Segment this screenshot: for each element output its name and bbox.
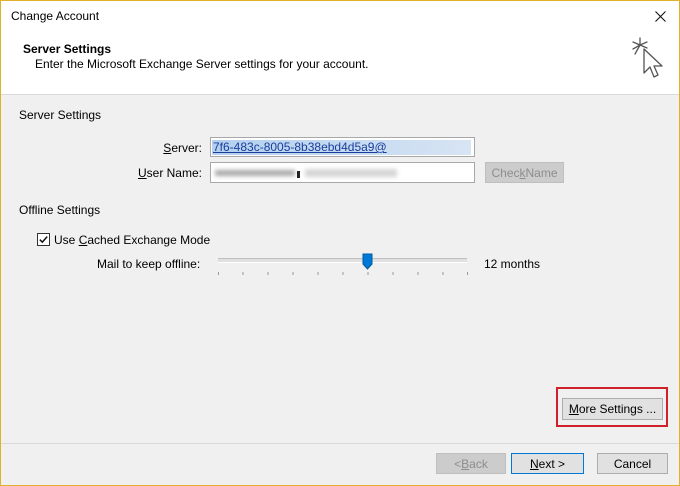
- footer-divider: [1, 443, 679, 444]
- mail-keep-offline-value: 12 months: [484, 257, 541, 271]
- close-button[interactable]: [641, 1, 679, 31]
- check-name-button[interactable]: Chec k Name: [485, 162, 564, 183]
- server-label: Server:: [111, 141, 202, 155]
- next-label: ext >: [538, 456, 566, 471]
- more-settings-button[interactable]: More Settings ...: [562, 398, 663, 420]
- next-button[interactable]: Next >: [511, 453, 584, 474]
- redacted-text: [305, 169, 397, 177]
- title-bar: Change Account: [1, 1, 679, 31]
- change-account-dialog: Change Account Server Settings Enter the…: [0, 0, 680, 486]
- check-name-label-post: Name: [525, 165, 558, 180]
- back-label-accel: B: [461, 456, 470, 471]
- back-label-pre: <: [454, 456, 462, 471]
- header-title: Server Settings: [23, 42, 112, 56]
- slider-ticks: [218, 272, 468, 275]
- back-button[interactable]: < Back: [436, 453, 506, 474]
- server-settings-section-label: Server Settings: [19, 108, 102, 122]
- redacted-text: [215, 170, 295, 176]
- text-cursor: [297, 171, 300, 178]
- mail-keep-offline-slider-track[interactable]: [218, 258, 467, 263]
- cursor-click-icon: [632, 37, 663, 78]
- cached-mode-label-pre: Use: [54, 233, 79, 247]
- user-name-label-accel: U: [137, 166, 147, 180]
- more-settings-label: ore Settings ...: [578, 402, 657, 416]
- window-title: Change Account: [11, 9, 100, 23]
- server-label-text: erver:: [171, 141, 202, 155]
- cached-mode-label-post: ached Exchange Mode: [87, 233, 211, 247]
- check-name-label-pre: Chec: [491, 165, 520, 180]
- more-settings-label-accel: M: [568, 402, 579, 416]
- server-input[interactable]: 7f6-483c-8005-8b38ebd4d5a9@: [210, 137, 475, 157]
- user-name-input[interactable]: [210, 162, 475, 183]
- checkmark-icon: [39, 236, 48, 244]
- server-input-value: 7f6-483c-8005-8b38ebd4d5a9@: [212, 140, 471, 155]
- next-label-accel: N: [529, 456, 539, 471]
- dialog-header: Server Settings Enter the Microsoft Exch…: [1, 31, 679, 95]
- user-name-label: User Name:: [111, 166, 202, 180]
- mail-keep-offline-label: Mail to keep offline:: [97, 257, 201, 271]
- header-subtitle: Enter the Microsoft Exchange Server sett…: [35, 57, 369, 71]
- close-icon: [654, 10, 666, 22]
- offline-settings-section-label: Offline Settings: [19, 203, 101, 217]
- slider-thumb[interactable]: [362, 253, 373, 270]
- cancel-button[interactable]: Cancel: [597, 453, 668, 474]
- cached-mode-label[interactable]: Use Cached Exchange Mode: [54, 233, 210, 247]
- back-label-post: ack: [469, 456, 488, 471]
- user-name-label-text: ser Name:: [146, 166, 202, 180]
- cached-mode-checkbox[interactable]: [37, 233, 50, 246]
